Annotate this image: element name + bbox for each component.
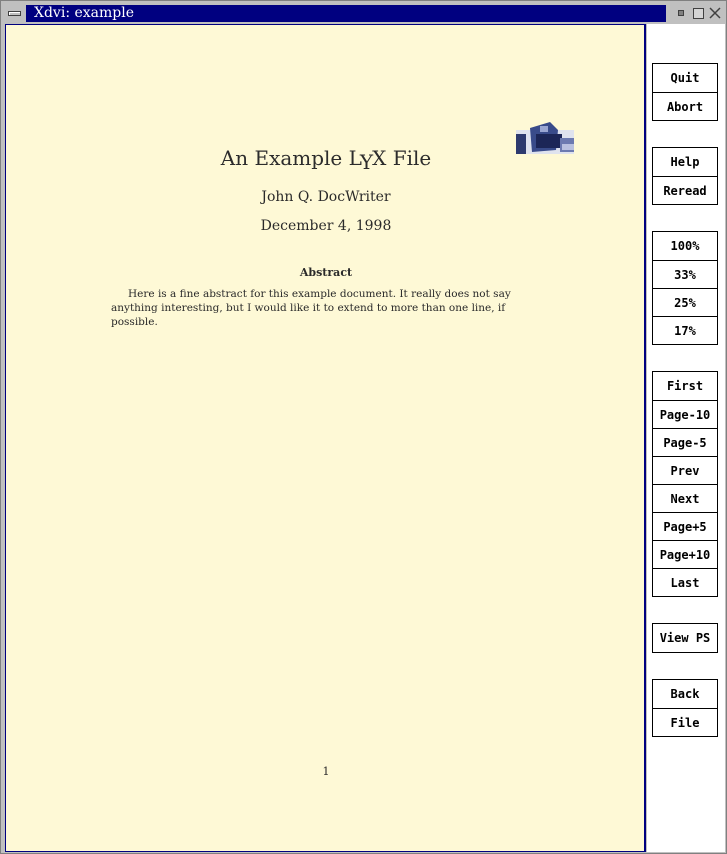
first-page-button[interactable]: First: [653, 372, 717, 400]
minimize-icon[interactable]: [674, 6, 688, 20]
xdvi-window: Xdvi: example An Example LYX File John Q…: [0, 0, 727, 854]
group-navigation: First Page-10 Page-5 Prev Next Page+5 Pa…: [652, 371, 718, 597]
help-button[interactable]: Help: [653, 148, 717, 176]
zoom-25-button[interactable]: 25%: [653, 288, 717, 316]
window-menu-icon[interactable]: [6, 6, 23, 20]
file-button[interactable]: File: [653, 708, 717, 736]
document-title: An Example LYX File: [220, 146, 432, 174]
abstract-text: Here is a fine abstract for this example…: [111, 288, 511, 328]
maximize-icon[interactable]: [691, 6, 705, 20]
abstract-heading: Abstract: [299, 266, 353, 279]
document-author: John Q. DocWriter: [261, 189, 391, 205]
zoom-17-button[interactable]: 17%: [653, 316, 717, 344]
group-view-ps: View PS: [652, 623, 718, 653]
back-button[interactable]: Back: [653, 680, 717, 708]
page-number: 1: [322, 765, 330, 778]
reread-button[interactable]: Reread: [653, 176, 717, 204]
document-date: December 4, 1998: [260, 218, 392, 234]
group-help: Help Reread: [652, 147, 718, 205]
title-bar[interactable]: Xdvi: example: [3, 3, 726, 23]
group-quit: Quit Abort: [652, 63, 718, 121]
command-sidebar: Quit Abort Help Reread 100% 33% 25% 17% …: [647, 24, 725, 852]
page-minus-10-button[interactable]: Page-10: [653, 400, 717, 428]
dvi-page: An Example LYX File John Q. DocWriter De…: [6, 25, 644, 851]
page-plus-5-button[interactable]: Page+5: [653, 512, 717, 540]
window-title: Xdvi: example: [26, 5, 666, 22]
zoom-33-button[interactable]: 33%: [653, 260, 717, 288]
view-ps-button[interactable]: View PS: [653, 624, 717, 652]
page-minus-5-button[interactable]: Page-5: [653, 428, 717, 456]
group-back: Back File: [652, 679, 718, 737]
zoom-100-button[interactable]: 100%: [653, 232, 717, 260]
abort-button[interactable]: Abort: [653, 92, 717, 120]
page-plus-10-button[interactable]: Page+10: [653, 540, 717, 568]
next-page-button[interactable]: Next: [653, 484, 717, 512]
quit-button[interactable]: Quit: [653, 64, 717, 92]
close-icon[interactable]: [708, 6, 722, 20]
page-view[interactable]: An Example LYX File John Q. DocWriter De…: [5, 24, 646, 852]
group-zoom: 100% 33% 25% 17%: [652, 231, 718, 345]
prev-page-button[interactable]: Prev: [653, 456, 717, 484]
last-page-button[interactable]: Last: [653, 568, 717, 596]
